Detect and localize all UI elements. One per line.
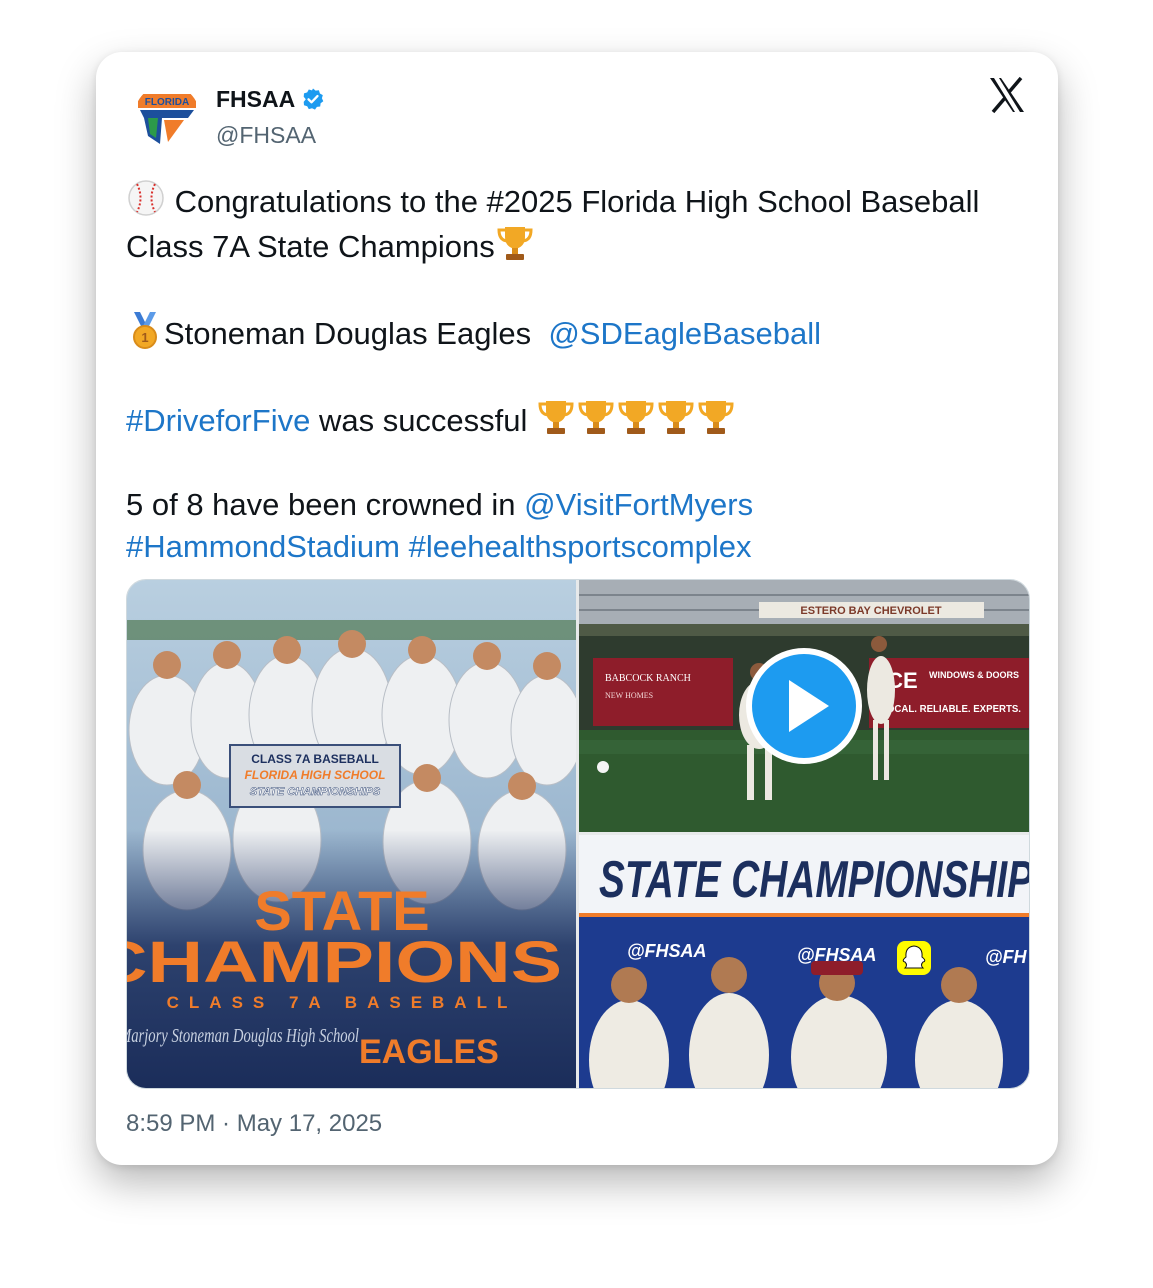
photo-press-conference[interactable]: STATE CHAMPIONSHIPS @FHSAA @FHSAA @FH <box>579 835 1029 1088</box>
banner-line-2: FLORIDA HIGH SCHOOL <box>245 768 386 782</box>
media-grid: CLASS 7A BASEBALL FLORIDA HIGH SCHOOL ST… <box>126 579 1030 1089</box>
trophy-icon <box>658 401 694 434</box>
press-conference-image: STATE CHAMPIONSHIPS @FHSAA @FHSAA @FH <box>579 835 1029 1088</box>
class-subline: CLASS 7A BASEBALL <box>167 993 518 1012</box>
svg-text:1: 1 <box>141 330 148 345</box>
tweet-line-3: #DriveforFive was successful <box>126 397 1026 442</box>
mention-sdeaglebaseball[interactable]: @SDEagleBaseball <box>548 316 821 351</box>
successful-text: was successful <box>318 403 528 438</box>
tweet-line-2: 1 Stoneman Douglas Eagles @SDEagleBaseba… <box>126 310 1026 355</box>
trophy-icon <box>538 401 574 434</box>
sign-estero-bay: ESTERO BAY CHEVROLET <box>800 605 941 617</box>
trophy-icon <box>578 401 614 434</box>
photo-team-celebration[interactable]: CLASS 7A BASEBALL FLORIDA HIGH SCHOOL ST… <box>127 580 576 1088</box>
fhsaa-logo-icon: FLORIDA <box>138 94 196 144</box>
avatar[interactable]: FLORIDA <box>134 84 200 150</box>
team-name: Stoneman Douglas Eagles <box>164 316 532 351</box>
verified-badge-icon <box>303 88 324 110</box>
hashtag-driveforfive[interactable]: #DriveforFive <box>126 403 310 438</box>
tweet-line-4: 5 of 8 have been crowned in @VisitFortMy… <box>126 484 1026 526</box>
tweet-line-5: #HammondStadium #leehealthsportscomplex <box>126 526 1026 568</box>
state-championships-banner: STATE CHAMPIONSHIPS <box>599 851 1029 909</box>
tweet-text: Congratulations to the #2025 Florida Hig… <box>126 178 1026 568</box>
sign-ice-tag: LOCAL. RELIABLE. EXPERTS. <box>881 704 1021 715</box>
trophy-icon <box>618 401 654 434</box>
school-name: Marjory Stoneman Douglas High School <box>127 1025 359 1047</box>
trophy-icon <box>497 227 533 260</box>
author-name-row[interactable]: FHSAA <box>216 82 325 116</box>
tweet-line-1: Congratulations to the #2025 Florida Hig… <box>126 178 1026 268</box>
gold-medal-icon: 1 <box>133 312 157 349</box>
sign-ice-sub: WINDOWS & DOORS <box>929 670 1019 680</box>
tweet-timestamp[interactable]: 8:59 PM · May 17, 2025 <box>126 1110 382 1138</box>
baseball-icon <box>128 180 164 216</box>
headline-champions: CHAMPIONS <box>127 930 562 995</box>
trophy-icon <box>698 401 734 434</box>
mention-visitfortmyers[interactable]: @VisitFortMyers <box>524 487 753 522</box>
sign-babcock-title: BABCOCK RANCH <box>605 673 691 684</box>
backdrop-handle-1: @FHSAA <box>627 941 707 961</box>
team-photo-image: CLASS 7A BASEBALL FLORIDA HIGH SCHOOL ST… <box>127 580 576 1088</box>
backdrop-handle-3: @FH <box>985 947 1028 967</box>
congrats-text: Congratulations to the #2025 Florida Hig… <box>126 184 980 264</box>
hashtag-hammondstadium[interactable]: #HammondStadium <box>126 529 400 564</box>
trophy-row <box>536 401 736 438</box>
avatar-logo-text: FLORIDA <box>145 97 189 108</box>
banner-line-3: STATE CHAMPIONSHIPS <box>250 786 381 798</box>
tweet-card: FLORIDA FHSAA @FHSAA Congratulations to … <box>96 52 1058 1165</box>
team-eagles: EAGLES <box>359 1033 499 1071</box>
crowned-text: 5 of 8 have been crowned in <box>126 487 516 522</box>
author-handle[interactable]: @FHSAA <box>216 122 316 149</box>
video-thumbnail-image: ESTERO BAY CHEVROLET BABCOCK RANCH NEW H… <box>579 580 1029 832</box>
sign-babcock-sub: NEW HOMES <box>605 691 653 700</box>
video-field-warmup[interactable]: ESTERO BAY CHEVROLET BABCOCK RANCH NEW H… <box>579 580 1029 832</box>
banner-line-1: CLASS 7A BASEBALL <box>251 752 379 766</box>
hashtag-leehealthsportscomplex[interactable]: #leehealthsportscomplex <box>409 529 752 564</box>
author-display-name[interactable]: FHSAA <box>216 86 295 113</box>
x-logo-icon[interactable] <box>986 74 1028 116</box>
